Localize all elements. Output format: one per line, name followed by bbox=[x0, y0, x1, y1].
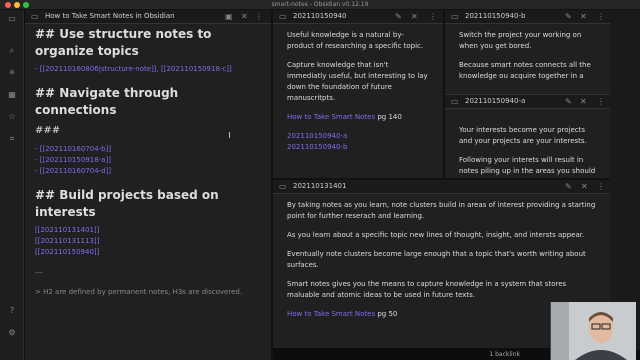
note-paragraph: As you learn about a specific topic new … bbox=[287, 231, 585, 239]
nav-link-1[interactable]: - [[202110160704-b]] bbox=[35, 144, 261, 155]
note-paragraph: Useful knowledge is a natural by-product… bbox=[287, 31, 424, 50]
heading-structure-notes: ## Use structure notes to organize topic… bbox=[35, 27, 212, 58]
edit-icon[interactable]: ✎ bbox=[565, 97, 572, 106]
webcam-overlay bbox=[550, 302, 636, 360]
project-link-1[interactable]: [[202110131401]] bbox=[35, 225, 261, 236]
file-icon: ▭ bbox=[279, 12, 287, 21]
pane-header: ▭ 202110131401 ✎ ✕ ⋮ bbox=[273, 180, 610, 194]
project-link-3[interactable]: [[202110150940]] bbox=[35, 247, 261, 258]
edit-icon[interactable]: ✎ bbox=[395, 12, 402, 21]
more-options-icon[interactable]: ⋮ bbox=[597, 12, 605, 21]
tab-title[interactable]: 202110150940-b bbox=[465, 12, 525, 20]
presenter-image bbox=[551, 302, 636, 360]
note-paragraph: Your interests become your projects and … bbox=[459, 126, 587, 145]
heading-build-projects: ## Build projects based on interests bbox=[35, 188, 219, 219]
tab-title[interactable]: 202110150940-a bbox=[465, 97, 525, 105]
text-cursor bbox=[229, 132, 230, 138]
note-paragraph: By taking notes as you learn, note clust… bbox=[287, 201, 596, 220]
window-title: smart-notes - Obsidian v0.12.19 bbox=[271, 1, 369, 8]
edit-icon[interactable]: ✎ bbox=[565, 182, 572, 191]
reference-link[interactable]: How to Take Smart Notes bbox=[287, 310, 375, 318]
close-pane-icon[interactable]: ✕ bbox=[580, 12, 587, 21]
close-pane-icon[interactable]: ✕ bbox=[581, 182, 588, 191]
more-options-icon[interactable]: ⋮ bbox=[429, 12, 437, 21]
note-paragraph: Eventually note clusters become large en… bbox=[287, 250, 586, 269]
more-options-icon[interactable]: ⋮ bbox=[255, 12, 263, 21]
file-icon: ▭ bbox=[279, 182, 287, 191]
reference-page: pg 140 bbox=[375, 113, 402, 121]
heading-h3: ### bbox=[35, 125, 61, 136]
editor-pane-left: ▭ How to Take Smart Notes in Obsidian ▣ … bbox=[25, 10, 271, 360]
close-pane-icon[interactable]: ✕ bbox=[580, 97, 587, 106]
note-paragraph: Because smart notes connects all the kno… bbox=[459, 61, 591, 80]
project-link-2[interactable]: [[202110131113]] bbox=[35, 236, 261, 247]
note-pane-940: ▭ 202110150940 ✎ ✕ ⋮ Useful knowledge is… bbox=[273, 10, 443, 178]
note-paragraph: Switch the project your working on when … bbox=[459, 31, 582, 50]
horizontal-rule: --- bbox=[35, 269, 43, 277]
structure-links[interactable]: - [[202110160806|structure-note]], [[202… bbox=[35, 64, 261, 75]
help-icon[interactable]: ? bbox=[7, 306, 17, 316]
heading-navigate: ## Navigate through connections bbox=[35, 86, 179, 117]
nav-link-3[interactable]: - [[202110160704-d]] bbox=[35, 166, 261, 177]
file-icon: ▭ bbox=[31, 12, 39, 21]
pane-header: ▭ 202110150940 ✎ ✕ ⋮ bbox=[273, 10, 443, 24]
backlink-count[interactable]: 1 backlink bbox=[489, 351, 520, 358]
tag-icon[interactable]: ⌗ bbox=[7, 134, 17, 144]
search-icon[interactable]: ⌕ bbox=[7, 46, 17, 56]
preview-toggle-icon[interactable]: ▣ bbox=[225, 12, 233, 21]
file-icon: ▭ bbox=[451, 12, 459, 21]
edit-icon[interactable]: ✎ bbox=[565, 12, 572, 21]
settings-icon[interactable]: ⚙ bbox=[7, 328, 17, 338]
pane-header: ▭ 202110150940-a ✎ ✕ ⋮ bbox=[445, 95, 610, 109]
left-ribbon: ▭ ⌕ ✳ ▦ ☆ ⌗ ? ⚙ bbox=[0, 10, 24, 360]
star-icon[interactable]: ☆ bbox=[7, 112, 17, 122]
blockquote: > H2 are defined by permanent notes, H3s… bbox=[35, 288, 243, 296]
graph-icon[interactable]: ✳ bbox=[7, 68, 17, 78]
note-paragraph: Capture knowledge that isn't immediatly … bbox=[287, 61, 428, 102]
right-sidebar bbox=[610, 10, 640, 350]
calendar-icon[interactable]: ▦ bbox=[7, 90, 17, 100]
nav-link-2[interactable]: - [[202110150918-a]] bbox=[35, 155, 261, 166]
close-pane-icon[interactable]: ✕ bbox=[411, 12, 418, 21]
tab-title[interactable]: 202110131401 bbox=[293, 182, 346, 190]
folder-icon[interactable]: ▭ bbox=[7, 14, 17, 24]
note-link-b[interactable]: 202110150940-b bbox=[287, 142, 429, 153]
tab-title[interactable]: 202110150940 bbox=[293, 12, 346, 20]
note-pane-940b: ▭ 202110150940-b ✎ ✕ ⋮ Switch the projec… bbox=[445, 10, 610, 94]
note-paragraph: Smart notes gives you the means to captu… bbox=[287, 280, 567, 299]
close-pane-icon[interactable]: ✕ bbox=[241, 12, 248, 21]
more-options-icon[interactable]: ⋮ bbox=[597, 97, 605, 106]
more-options-icon[interactable]: ⋮ bbox=[597, 182, 605, 191]
pane-header: ▭ How to Take Smart Notes in Obsidian ▣ … bbox=[25, 10, 271, 24]
title-bar: smart-notes - Obsidian v0.12.19 bbox=[0, 0, 640, 10]
note-paragraph: Following your interets will result in n… bbox=[459, 156, 596, 175]
reference-link[interactable]: How to Take Smart Notes bbox=[287, 113, 375, 121]
reference-page: pg 50 bbox=[375, 310, 398, 318]
tab-title[interactable]: How to Take Smart Notes in Obsidian bbox=[45, 12, 175, 20]
pane-header: ▭ 202110150940-b ✎ ✕ ⋮ bbox=[445, 10, 610, 24]
file-icon: ▭ bbox=[451, 97, 459, 106]
note-pane-940a: ▭ 202110150940-a ✎ ✕ ⋮ Your interests be… bbox=[445, 94, 610, 178]
note-link-a[interactable]: 202110150940-a bbox=[287, 131, 429, 142]
